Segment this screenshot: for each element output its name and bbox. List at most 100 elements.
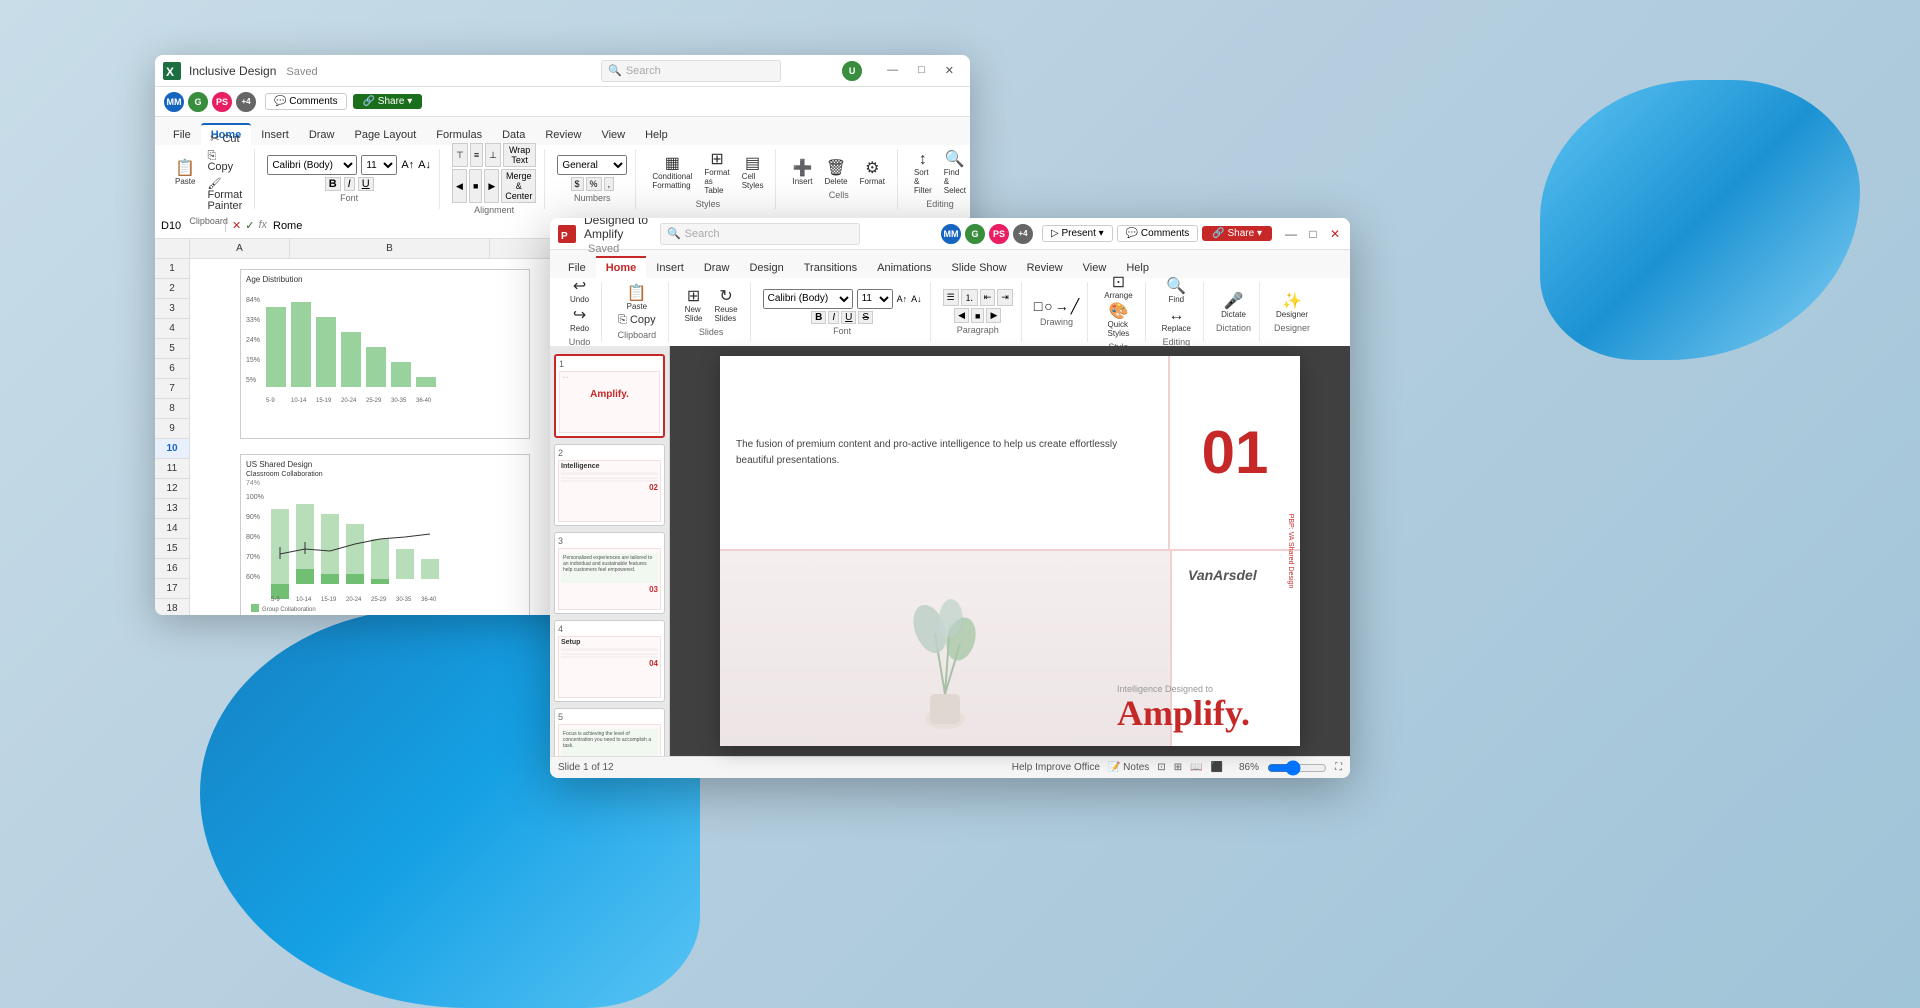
ppt-tab-insert[interactable]: Insert [646,258,694,278]
ppt-notes-btn[interactable]: 📝 Notes [1108,762,1149,773]
conditional-format-btn[interactable]: ▦ ConditionalFormatting [648,150,696,197]
ppt-align-center-btn[interactable]: ■ [971,308,984,323]
ppt-share-btn[interactable]: 🔗 Share ▾ [1202,226,1272,241]
insert-btn[interactable]: ➕ Insert [788,159,816,188]
align-center-btn[interactable]: ■ [469,169,482,203]
ppt-tab-design[interactable]: Design [739,258,793,278]
find-select-btn[interactable]: 🔍 Find &Select [940,150,970,197]
excel-comments-btn[interactable]: 💬 Comments [265,93,347,110]
format-as-table-btn[interactable]: ⊞ Format asTable [700,150,733,197]
wrap-text-btn[interactable]: Wrap Text [503,143,536,167]
slide-thumb-5[interactable]: 5 Focus is achieving the level of concen… [554,708,665,756]
comma-btn[interactable]: , [604,177,615,191]
ppt-copy-btn[interactable]: ⎘ Copy [614,313,660,328]
italic-btn[interactable]: I [344,177,355,191]
font-family-select[interactable]: Calibri (Body) [267,155,357,175]
excel-tab-pagelayout[interactable]: Page Layout [344,125,426,145]
new-slide-btn[interactable]: ⊞NewSlide [681,287,707,325]
ppt-tab-file[interactable]: File [558,258,596,278]
excel-close-btn[interactable]: ✕ [937,62,962,79]
shape-line[interactable]: ╱ [1071,298,1079,315]
excel-tab-help[interactable]: Help [635,125,678,145]
excel-tab-insert[interactable]: Insert [251,125,299,145]
delete-btn[interactable]: 🗑 Delete [821,159,852,188]
merge-center-btn[interactable]: Merge & Center [501,169,536,203]
formula-cancel-icon[interactable]: ✕ [232,219,241,232]
cut-btn[interactable]: ✂ Cut [203,132,246,147]
ppt-minimize-btn[interactable]: — [1284,227,1298,241]
currency-btn[interactable]: $ [571,177,584,191]
excel-tab-formulas[interactable]: Formulas [426,125,492,145]
excel-tab-data[interactable]: Data [492,125,535,145]
excel-share-btn[interactable]: 🔗 Share ▾ [353,94,423,109]
shape-circle[interactable]: ○ [1044,298,1052,315]
ppt-numbering-btn[interactable]: ⒈ [961,289,978,306]
designer-btn[interactable]: ✨Designer [1272,292,1312,321]
cell-reference[interactable]: D10 [161,220,226,232]
percent-btn[interactable]: % [586,177,602,191]
ppt-tab-transitions[interactable]: Transitions [794,258,867,278]
ppt-find-btn[interactable]: 🔍Find [1162,277,1190,306]
sort-filter-btn[interactable]: ↕ Sort &Filter [910,150,936,197]
slide-thumb-3[interactable]: 3 Personalised experiences are tailored … [554,532,665,614]
ppt-strike-btn[interactable]: S [858,311,873,324]
ppt-tab-animations[interactable]: Animations [867,258,941,278]
align-middle-btn[interactable]: ≡ [470,143,483,167]
ppt-tab-slideshow[interactable]: Slide Show [942,258,1017,278]
ppt-align-right-btn[interactable]: ▶ [986,308,1001,323]
quick-styles-btn[interactable]: 🎨QuickStyles [1104,302,1134,340]
underline-btn[interactable]: U [358,177,374,191]
ppt-tab-home[interactable]: Home [596,256,647,278]
reuse-slides-btn[interactable]: ↻ReuseSlides [710,287,741,325]
ppt-tab-review[interactable]: Review [1017,258,1073,278]
number-format-select[interactable]: General [557,155,627,175]
ppt-fit-slide-btn[interactable]: ⛶ [1335,762,1342,773]
ppt-replace-btn[interactable]: ↔Replace [1158,306,1195,335]
excel-tab-review[interactable]: Review [535,125,591,145]
cell-styles-btn[interactable]: ▤ CellStyles [738,150,768,197]
formula-fx-icon[interactable]: fx [258,219,267,232]
font-grow-btn[interactable]: A↑ [401,160,414,171]
ppt-view-reading[interactable]: 📖 [1190,762,1202,773]
ppt-font-shrink[interactable]: A↓ [911,294,922,304]
slide-thumb-4[interactable]: 4 Setup 04 [554,620,665,702]
ppt-view-normal[interactable]: ⊡ [1157,762,1165,773]
slide-thumb-2[interactable]: 2 Intelligence 02 [554,444,665,526]
ppt-search-bar[interactable]: 🔍 Search [660,223,860,245]
ppt-view-presentation[interactable]: ⬛ [1211,762,1223,773]
bold-btn[interactable]: B [325,177,341,191]
align-left-btn[interactable]: ◀ [452,169,467,203]
ppt-zoom-slider[interactable] [1267,760,1327,776]
ppt-tab-draw[interactable]: Draw [694,258,740,278]
format-btn[interactable]: ⚙ Format [856,159,889,188]
font-size-select[interactable]: 11 [361,155,397,175]
ppt-italic-btn[interactable]: I [828,311,839,324]
paste-btn[interactable]: 📋 Paste [171,132,199,214]
ppt-font-grow[interactable]: A↑ [897,294,908,304]
present-btn[interactable]: ▷ Present ▾ [1042,225,1113,242]
ppt-indent-increase-btn[interactable]: ⇥ [997,289,1013,306]
shape-square[interactable]: □ [1034,298,1042,315]
excel-search-bar[interactable]: 🔍 Search [601,60,781,82]
copy-btn[interactable]: ⎘ Copy [203,149,246,175]
formula-confirm-icon[interactable]: ✓ [245,219,254,232]
format-painter-btn[interactable]: 🖌 Format Painter [203,177,246,214]
ppt-comments-btn[interactable]: 💬 Comments [1117,225,1199,242]
align-top-btn[interactable]: ⊤ [452,143,468,167]
ppt-indent-decrease-btn[interactable]: ⇤ [980,289,996,306]
ppt-font-size[interactable]: 11 [857,289,893,309]
ppt-undo-btn[interactable]: ↩Undo [566,277,593,306]
excel-tab-view[interactable]: View [591,125,635,145]
ppt-underline-btn[interactable]: U [841,311,856,324]
arrange-btn[interactable]: ⊡Arrange [1100,273,1136,302]
slide-thumb-1[interactable]: 1 ▪ ▪ Amplify. [554,354,665,438]
font-shrink-btn[interactable]: A↓ [418,160,431,171]
ppt-bullet-btn[interactable]: ☰ [943,289,959,306]
ppt-paste-btn[interactable]: 📋Paste [623,284,651,313]
excel-minimize-btn[interactable]: — [879,62,906,79]
shape-arrow[interactable]: → [1055,298,1069,315]
ppt-align-left-btn[interactable]: ◀ [954,308,969,323]
excel-maximize-btn[interactable]: □ [910,62,933,79]
ppt-font-family[interactable]: Calibri (Body) [763,289,853,309]
align-bottom-btn[interactable]: ⊥ [485,143,501,167]
